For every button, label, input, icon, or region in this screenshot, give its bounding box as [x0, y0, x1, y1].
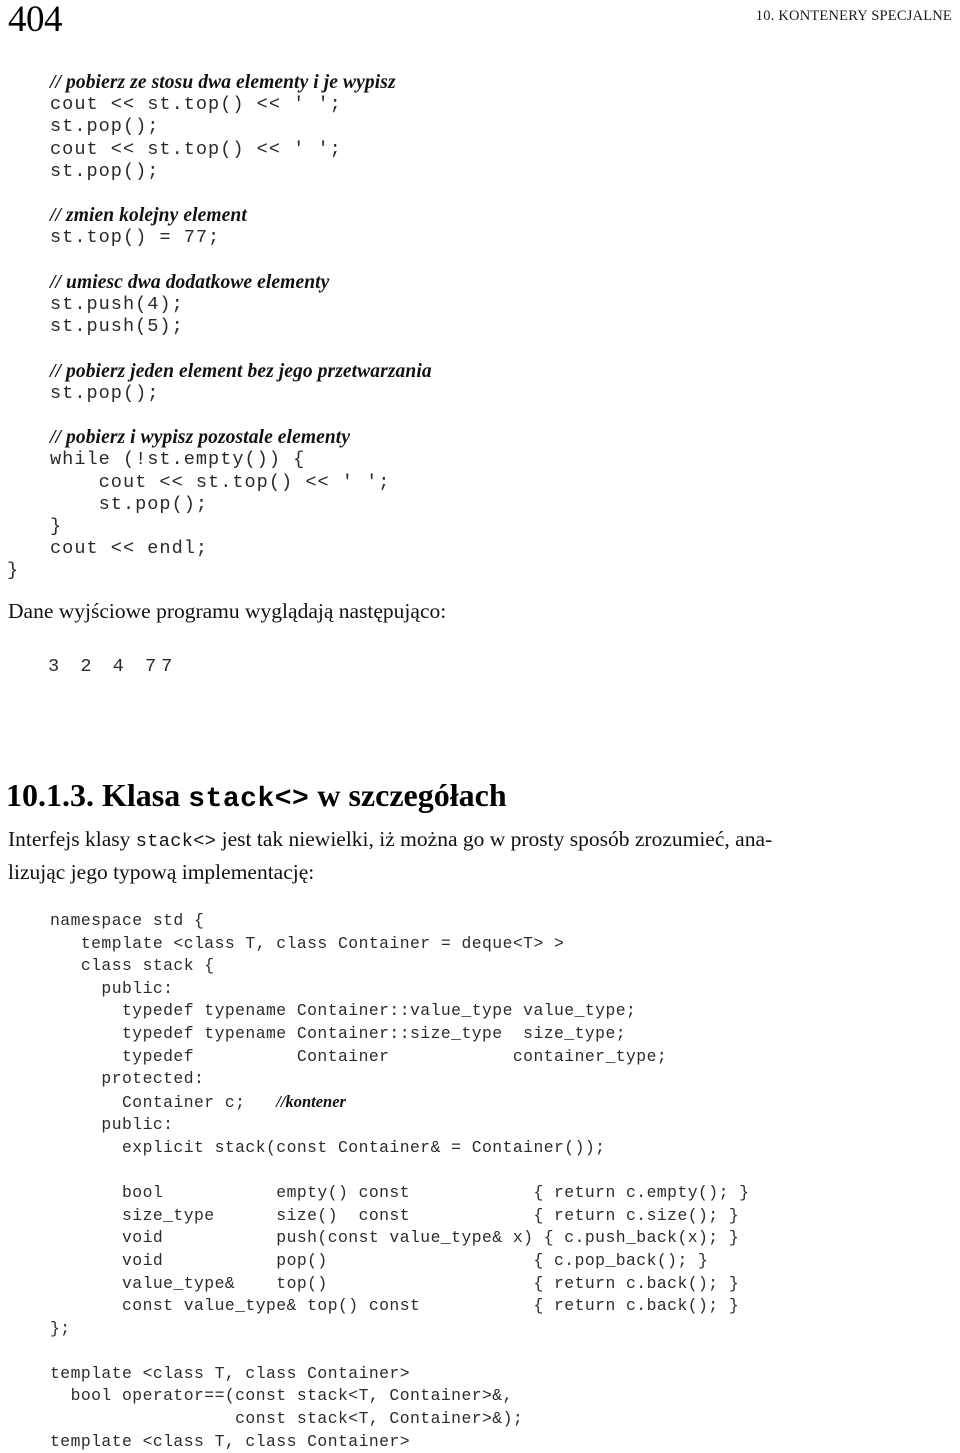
code-line: }; — [50, 1318, 71, 1338]
code-line: typedef Container container_type; — [50, 1046, 668, 1066]
chapter-title: 10. KONTENERY SPECJALNE — [755, 8, 952, 24]
section-heading: 10.1.3. Klasa stack<> w szczegółach — [6, 775, 507, 820]
code-line-with-comment: Container c; //kontener — [50, 1091, 950, 1115]
code-comment-line: // pobierz ze stosu dwa elementy i je wy… — [50, 72, 396, 93]
code-comment-line: // pobierz i wypisz pozostale elementy — [50, 427, 351, 449]
code-line: cout << st.top() << ' '; — [50, 471, 391, 493]
intro-paragraph: Interfejs klasy stack<> jest tak niewiel… — [8, 824, 954, 887]
intro-paragraph-line-1: Interfejs klasy stack<> jest tak niewiel… — [8, 824, 954, 857]
code-line: class stack { — [50, 956, 215, 976]
code-line: bool empty() const { return c.empty(); } — [50, 1183, 750, 1203]
code-line: typedef typename Container::size_type si… — [50, 1023, 627, 1043]
intro-text-b: jest tak niewielki, iż można go w prosty… — [216, 827, 773, 851]
code-line: st.pop(); — [50, 160, 160, 182]
code-line: explicit stack(const Container& = Contai… — [50, 1137, 606, 1157]
code-comment-line: // pobierz jeden element bez jego przetw… — [50, 360, 432, 382]
code-line: namespace std { — [50, 911, 205, 930]
code-line: void push(const value_type& x) { c.push_… — [50, 1228, 740, 1248]
code-line: st.pop(); — [50, 382, 160, 404]
code-line: cout << st.top() << ' '; — [50, 138, 342, 160]
code-line: typedef typename Container::value_type v… — [50, 1001, 637, 1021]
code-text: Container c; — [50, 1092, 277, 1112]
code-line: } — [50, 516, 63, 538]
code-line: template <class T, class Container = deq… — [50, 933, 565, 953]
section-title-code: stack<> — [188, 783, 310, 815]
intro-inline-code: stack<> — [135, 831, 217, 852]
section-number: 10.1.3. — [6, 776, 94, 813]
code-line: void pop() { c.pop_back(); } — [50, 1250, 709, 1270]
code-line: st.push(4); — [50, 294, 184, 316]
code-line: cout << st.top() << ' '; — [50, 94, 342, 116]
code-line: const stack<T, Container>&); — [50, 1409, 524, 1429]
code-line: template <class T, class Container> — [50, 1363, 411, 1383]
code-line: const value_type& top() const { return c… — [50, 1296, 740, 1316]
intro-text-a: Interfejs klasy — [8, 827, 136, 851]
section-title-pre: Klasa — [94, 776, 189, 813]
code-line: st.top() = 77; — [50, 227, 221, 249]
code-line: st.pop(); — [50, 116, 160, 138]
intro-paragraph-line-2: lizując jego typową implementację: — [8, 860, 315, 884]
code-comment-line: // zmien kolejny element — [50, 205, 247, 227]
program-output-line: 3 2 4 77 — [48, 656, 178, 677]
code-listing-stack-implementation: namespace std { template <class T, class… — [50, 910, 950, 1453]
code-line: st.pop(); — [50, 493, 209, 515]
code-line: public: — [50, 1115, 174, 1135]
code-line: public: — [50, 978, 174, 998]
running-head: 404 10. KONTENERY SPECJALNE — [0, 0, 960, 46]
output-intro-text: Dane wyjściowe programu wyglądają następ… — [8, 599, 447, 623]
inline-comment: //kontener — [276, 1091, 346, 1111]
code-line: protected: — [50, 1069, 205, 1089]
code-line: bool operator==(const stack<T, Container… — [50, 1386, 513, 1406]
code-listing-stack-usage: // pobierz ze stosu dwa elementy i je wy… — [7, 72, 930, 583]
code-line: cout << endl; — [50, 538, 209, 560]
page-number: 404 — [8, 0, 63, 40]
code-line: value_type& top() { return c.back(); } — [50, 1273, 740, 1293]
code-line: size_type size() const { return c.size()… — [50, 1205, 740, 1225]
code-line: while (!st.empty()) { — [50, 449, 306, 471]
section-title-post: w szczegółach — [309, 776, 507, 813]
code-comment-line: // umiesc dwa dodatkowe elementy — [50, 271, 330, 293]
code-line: } — [7, 560, 20, 582]
code-line: st.push(5); — [50, 316, 184, 338]
